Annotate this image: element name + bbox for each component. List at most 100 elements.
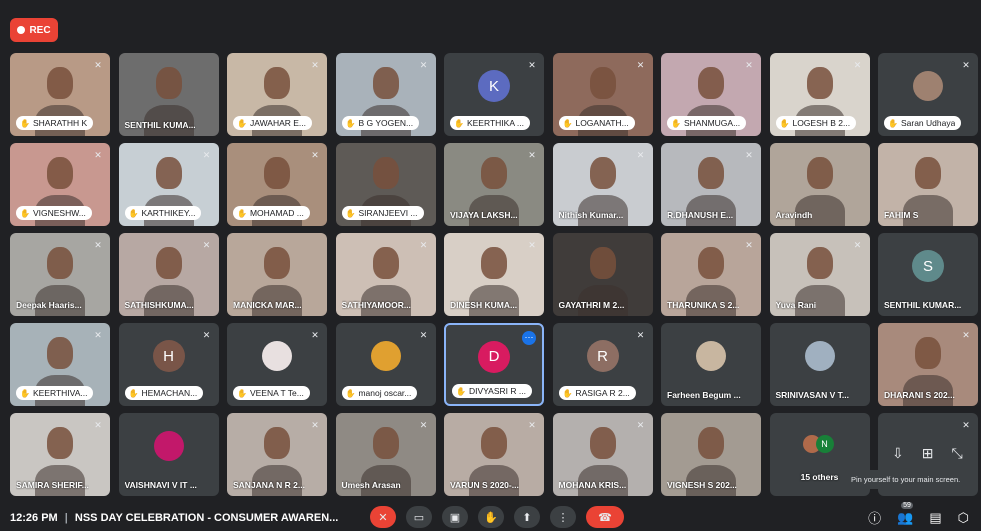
raise-hand-button[interactable]: ✋: [478, 506, 504, 528]
participant-tile[interactable]: ✕ ✋ VEENA T Te...: [227, 323, 327, 406]
participant-tile[interactable]: SENTHIL KUMA...: [118, 53, 219, 136]
participant-tile[interactable]: ✕ R.DHANUSH E...: [661, 143, 761, 226]
participant-tile[interactable]: ✕ Nithish Kumar...: [552, 143, 653, 226]
hand-icon: ✋: [456, 386, 466, 396]
participant-tile[interactable]: ✕ Deepak Haaris...: [10, 233, 110, 316]
participant-name: ✋ LOGESH B 2...: [775, 116, 857, 130]
participant-tile[interactable]: SRINIVASAN V T...: [769, 323, 870, 406]
participant-name: ✋ KEERTHIKA ...: [450, 116, 530, 130]
participant-tile[interactable]: ✕ VARUN S 2020-...: [444, 413, 544, 496]
participant-tile[interactable]: ✕ SATHISHKUMA...: [118, 233, 219, 316]
participant-tile[interactable]: K ✕ ✋ KEERTHIKA ...: [444, 53, 544, 136]
participant-name: SATHIYAMOOR...: [341, 300, 411, 310]
participant-tile[interactable]: H ✕ ✋ HEMACHAN...: [118, 323, 219, 406]
participant-name: ✋ LOGANATH...: [558, 116, 635, 130]
activities-button[interactable]: ⬡: [958, 510, 969, 526]
mic-muted-icon: ✕: [962, 60, 970, 70]
participant-name: VAISHNAVI V IT ...: [124, 480, 197, 490]
participant-tile[interactable]: S SENTHIL KUMAR...: [878, 233, 978, 316]
participant-tile[interactable]: ✕ Umesh Arasan: [335, 413, 436, 496]
participant-tile[interactable]: ✕ ✋ KARTHIKEY...: [118, 143, 219, 226]
participant-grid: ✕ ✋ SHARATHH K SENTHIL KUMA... ✕ ✋ JAWAHAR E..…: [10, 53, 980, 496]
participant-tile[interactable]: GAYATHRI M 2...: [552, 233, 653, 316]
participant-name: VARUN S 2020-...: [450, 480, 519, 490]
person-head: [915, 337, 941, 369]
people-button[interactable]: 59 👥: [897, 501, 913, 526]
person-head: [372, 67, 399, 99]
participant-name: ✋ Saran Udhaya: [884, 116, 962, 130]
participant-tile[interactable]: ✕ ✋ VIGNESHW...: [10, 143, 110, 226]
participant-tile[interactable]: ✕ SANJANA N R 2...: [227, 413, 327, 496]
participant-tile[interactable]: ✕ DHARANI S 202...: [878, 323, 978, 406]
participant-tile[interactable]: ✕ ✋ JAWAHAR E...: [227, 53, 327, 136]
participant-name-text: KARTHIKEY...: [141, 208, 196, 218]
participant-tile[interactable]: ✕ SATHIYAMOOR...: [335, 233, 436, 316]
meeting-details-button[interactable]: ⓘ: [868, 508, 881, 527]
participant-tile[interactable]: ✕ ✋ manoj oscar...: [335, 323, 436, 406]
avatar: N: [815, 435, 834, 453]
participant-tile[interactable]: ✕ Yuva Rani: [769, 233, 870, 316]
camera-toggle-button[interactable]: ▭: [406, 506, 432, 528]
participant-tile[interactable]: ✕ ✋ SHARATHH K: [10, 53, 110, 136]
participant-name-text: JAWAHAR E...: [249, 118, 307, 128]
participant-tile[interactable]: ✕ VIJAYA LAKSH...: [444, 143, 544, 226]
mic-muted-icon: ✕: [202, 150, 211, 160]
participant-tile[interactable]: Aravindh: [769, 143, 870, 226]
participant-name: VIJAYA LAKSH...: [450, 210, 518, 220]
participant-name: Yuva Rani: [775, 300, 817, 310]
participant-name: ✋ KARTHIKEY...: [124, 206, 202, 220]
pin-tooltip: Pin yourself to your main screen.: [845, 470, 967, 489]
person-head: [47, 337, 73, 369]
participant-tile[interactable]: ✕ MOHANA KRIS...: [552, 413, 653, 496]
more-options-icon[interactable]: ⋯: [522, 331, 536, 345]
mic-muted-icon: ✕: [94, 150, 102, 160]
mic-muted-icon: ✕: [202, 240, 211, 250]
participant-name: SENTHIL KUMAR...: [884, 300, 962, 310]
participant-tile[interactable]: D ⋯ ✋ DIVYASRI R ...: [444, 323, 544, 406]
participant-tile[interactable]: ✕ ✋ KEERTHIVA...: [10, 323, 110, 406]
person-head: [698, 157, 724, 189]
participant-name-text: B G YOGEN...: [358, 118, 414, 128]
participant-name: Nithish Kumar...: [558, 210, 624, 220]
participant-name: SENTHIL KUMA...: [124, 120, 196, 130]
participant-tile[interactable]: MANICKA MAR...: [227, 233, 327, 316]
participant-tile[interactable]: ✕ ✋ B G YOGEN...: [335, 53, 436, 136]
chat-button[interactable]: ▤: [929, 510, 941, 526]
participant-tile[interactable]: ✕ THARUNIKA S 2...: [661, 233, 761, 316]
person-head: [698, 247, 724, 279]
participant-tile[interactable]: ✕ DINESH KUMA...: [444, 233, 544, 316]
pin-icon[interactable]: ⇩: [892, 445, 904, 462]
participant-tile[interactable]: ✕ ✋ MOHAMAD ...: [227, 143, 327, 226]
participant-tile[interactable]: ✕ ✋ Saran Udhaya: [878, 53, 978, 136]
person-head: [915, 157, 941, 189]
participant-tile[interactable]: ✕ ✋ SHANMUGA...: [661, 53, 761, 136]
participant-tile[interactable]: ✕ ✋ LOGESH B 2...: [769, 53, 870, 136]
captions-button[interactable]: ▣: [442, 506, 468, 528]
participant-name: ✋ JAWAHAR E...: [233, 116, 313, 130]
participant-name-text: SIRANJEEVI ...: [358, 208, 418, 218]
more-options-button[interactable]: ⋮: [550, 506, 576, 528]
end-call-button[interactable]: ☎: [586, 506, 624, 528]
person-head: [47, 427, 73, 459]
participant-tile[interactable]: ✋ SIRANJEEVI ...: [335, 143, 436, 226]
call-controls: ✕ ▭ ▣ ✋ ⬆ ⋮ ☎: [370, 506, 624, 528]
participant-tile[interactable]: ✕ SAMIRA SHERIF...: [10, 413, 110, 496]
participant-tile[interactable]: ✕ ✋ LOGANATH...: [552, 53, 653, 136]
recording-badge: REC: [10, 18, 58, 42]
participant-tile[interactable]: R ✕ ✋ RASIGA R 2...: [552, 323, 653, 406]
participant-tile[interactable]: FAHIM S: [878, 143, 978, 226]
participant-name: DHARANI S 202...: [884, 390, 955, 400]
participant-tile[interactable]: VIGNESH S 202...: [661, 413, 761, 496]
present-button[interactable]: ⬆: [514, 506, 540, 528]
participant-name: SANJANA N R 2...: [233, 480, 305, 490]
mic-muted-icon: ✕: [636, 330, 645, 340]
participant-tile[interactable]: VAISHNAVI V IT ...: [118, 413, 219, 496]
grid-off-icon[interactable]: ⊞: [922, 445, 934, 462]
minimize-icon[interactable]: ⤡: [951, 445, 962, 462]
person-head: [806, 247, 833, 279]
mic-toggle-button[interactable]: ✕: [370, 506, 396, 528]
side-panel-buttons: ⓘ 59 👥 ▤ ⬡: [868, 501, 969, 527]
hand-icon: ✋: [20, 388, 30, 398]
participant-tile[interactable]: Farheen Begum ...: [661, 323, 761, 406]
hand-icon: ✋: [128, 388, 139, 398]
